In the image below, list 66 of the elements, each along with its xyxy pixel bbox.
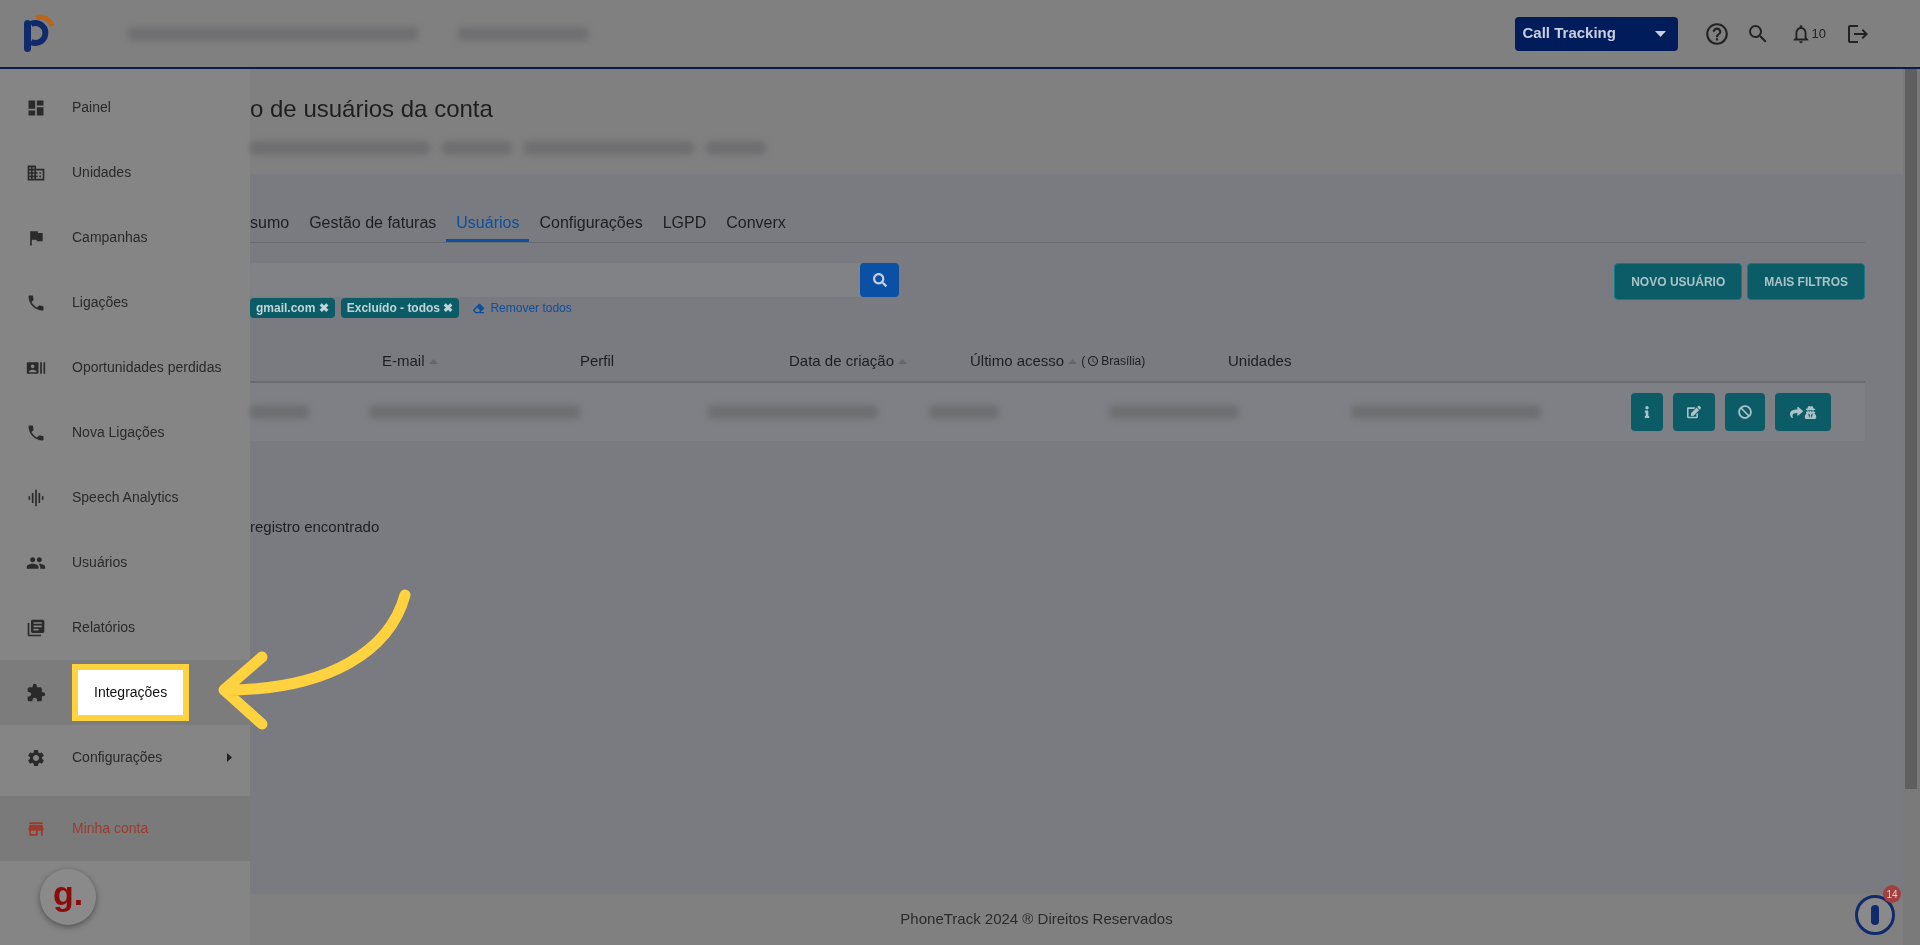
search-field[interactable]: [250, 263, 860, 297]
eraser-icon: [473, 302, 485, 314]
chat-badge: 14: [1883, 885, 1901, 903]
sidebar-item[interactable]: Oportunidades perdidas: [0, 335, 250, 400]
edit-icon: [1687, 405, 1701, 419]
search-button[interactable]: [860, 263, 899, 297]
sidebar-item[interactable]: Usuários: [0, 530, 250, 595]
tab[interactable]: Converx: [716, 206, 796, 242]
sidebar-label: Relatórios: [72, 618, 136, 637]
sidebar-label: Campanhas: [72, 228, 148, 247]
sidebar-item[interactable]: Integrações: [0, 660, 250, 725]
sidebar-label: Integrações: [72, 664, 190, 721]
puzzle-icon: [26, 682, 46, 703]
column-header[interactable]: Último acesso: [970, 349, 1065, 373]
tab[interactable]: sumo: [250, 206, 300, 242]
clock-icon: [1087, 355, 1100, 367]
edit-button[interactable]: [1673, 393, 1715, 431]
product-dropdown[interactable]: Call Tracking: [1514, 16, 1678, 51]
notification-count: 10: [1811, 24, 1826, 43]
filter-chip[interactable]: Excluído - todos ✖: [340, 298, 460, 318]
notifications-button[interactable]: 10: [1789, 22, 1826, 45]
sidebar-label: Nova Ligações: [72, 423, 165, 442]
sidebar-item[interactable]: Speech Analytics: [0, 465, 250, 530]
submenu-arrow-icon: [227, 753, 232, 762]
sidebar-item[interactable]: Unidades: [0, 140, 250, 205]
action-button[interactable]: MAIS FILTROS: [1747, 263, 1865, 300]
block-button[interactable]: [1725, 393, 1765, 431]
settings-icon: [26, 747, 46, 768]
tab[interactable]: Configurações: [529, 206, 653, 242]
share-icon: [1789, 405, 1803, 419]
tab[interactable]: LGPD: [652, 206, 717, 242]
column-header[interactable]: Data de criação: [789, 349, 895, 373]
column-header[interactable]: Perfil: [580, 349, 615, 373]
assistant-button[interactable]: g.: [40, 869, 96, 925]
help-icon[interactable]: [1703, 20, 1730, 47]
action-button[interactable]: NOVO USUÁRIO: [1614, 263, 1743, 300]
sound-wave-icon: [26, 487, 46, 508]
sidebar-label: Speech Analytics: [72, 488, 179, 507]
sidebar-label: Oportunidades perdidas: [72, 358, 222, 377]
user-secret-icon: [1803, 405, 1817, 419]
sidebar-label: Minha conta: [72, 819, 149, 838]
column-header[interactable]: Unidades: [1228, 349, 1292, 373]
page-title: o de usuários da conta: [250, 94, 494, 124]
result-count: registro encontrado: [250, 517, 381, 537]
caret-icon: [1654, 30, 1666, 37]
ban-icon: [1738, 405, 1752, 419]
sidebar-item[interactable]: Ligações: [0, 270, 250, 335]
sidebar-item[interactable]: Relatórios: [0, 595, 250, 660]
search-icon: [872, 273, 887, 287]
transfer-button[interactable]: [1775, 393, 1831, 431]
column-header[interactable]: E-mail: [382, 349, 425, 373]
sidebar-item[interactable]: Nova Ligações: [0, 400, 250, 465]
sidebar-item[interactable]: Configurações: [0, 725, 250, 790]
info-button[interactable]: [1631, 393, 1663, 431]
tab[interactable]: Gestão de faturas: [299, 206, 447, 242]
book-icon: [26, 617, 46, 638]
sidebar-item[interactable]: Campanhas: [0, 205, 250, 270]
sidebar-label: Usuários: [72, 553, 128, 572]
timezone-paren: (: [1081, 353, 1086, 370]
sidebar-label: Painel: [72, 98, 111, 117]
filter-chip[interactable]: gmail.com ✖: [250, 298, 335, 318]
sidebar-label: Unidades: [72, 163, 132, 182]
sidebar-label: Configurações: [72, 748, 163, 767]
timezone-note: Brasília): [1101, 353, 1146, 370]
sidebar-label: Ligações: [72, 293, 129, 312]
sidebar-item[interactable]: Painel: [0, 75, 250, 140]
